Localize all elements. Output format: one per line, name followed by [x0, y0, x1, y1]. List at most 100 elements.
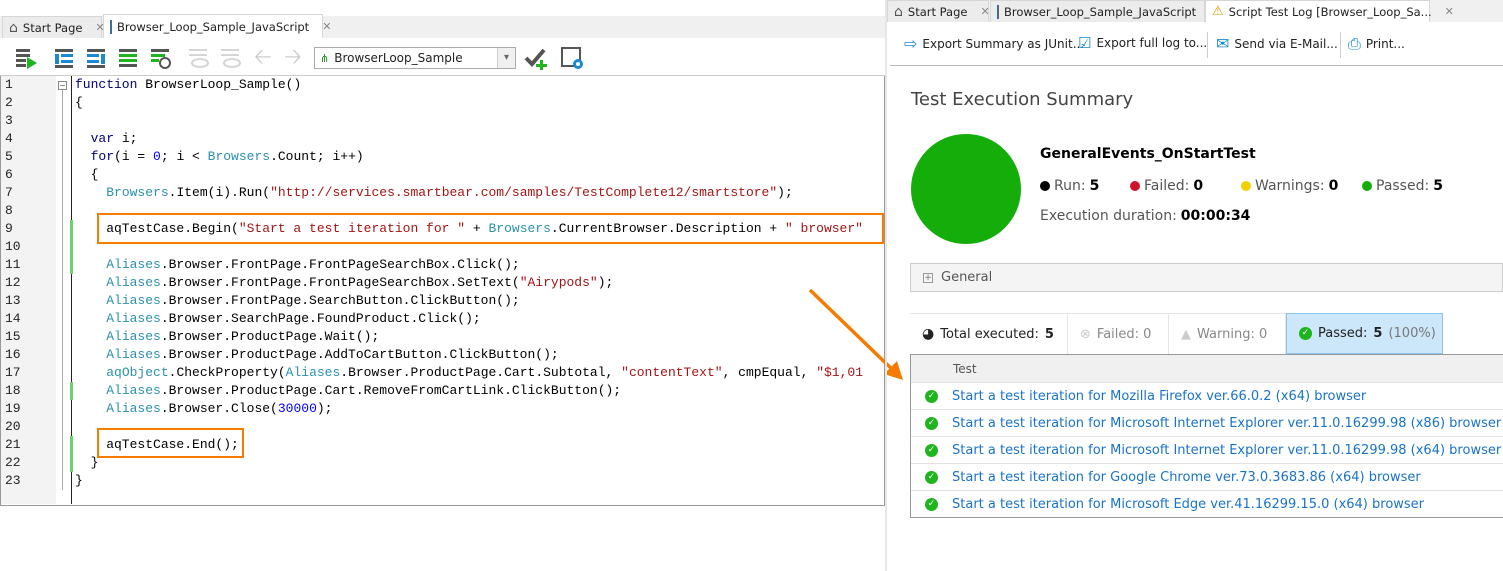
code-line[interactable]: aqObject.CheckProperty(Aliases.Browser.P… [75, 364, 863, 382]
code-line[interactable]: Aliases.Browser.FrontPage.FrontPageSearc… [75, 274, 613, 292]
close-icon[interactable]: ✕ [1445, 5, 1454, 18]
code-token: .Browser.Close( [160, 401, 278, 416]
failed-icon: ⊗ [1080, 326, 1091, 342]
table-row[interactable]: ✓ Start a test iteration for Google Chrom… [911, 463, 1503, 490]
expand-icon[interactable]: + [923, 272, 933, 283]
table-row[interactable]: ✓ Start a test iteration for Microsoft In… [911, 409, 1503, 436]
fold-line [62, 90, 63, 490]
hide-button[interactable] [186, 46, 210, 70]
comment-button[interactable] [116, 46, 140, 70]
code-line[interactable]: } [75, 454, 99, 472]
run-routine-button[interactable] [14, 46, 38, 70]
button-label: Export Summary as JUnit... [922, 36, 1085, 51]
show-button[interactable] [218, 46, 242, 70]
indent-right-button[interactable] [84, 46, 108, 70]
code-token: .Browser.FrontPage.SearchButton.ClickBut… [160, 293, 520, 308]
line-number: 21 [5, 437, 21, 452]
code-token: Aliases [106, 383, 161, 398]
code-line[interactable]: { [75, 166, 99, 184]
tab-script[interactable]: Browser_Loop_Sample_JavaScript ✕ [990, 0, 1218, 22]
settings-window-icon[interactable] [560, 46, 584, 70]
uncomment-button[interactable] [148, 46, 172, 70]
code-token: 30000 [277, 401, 317, 416]
code-line[interactable]: } [75, 472, 83, 490]
divider [1207, 32, 1208, 58]
filter-total[interactable]: ◕ Total executed: 5 [910, 313, 1068, 354]
test-link[interactable]: Start a test iteration for Microsoft Edg… [952, 497, 1424, 512]
tab-test-log[interactable]: ⚠ Script Test Log [Browser_Loop_Sa... ✕ [1205, 0, 1454, 22]
chevron-down-icon[interactable]: ▾ [497, 48, 515, 68]
code-token: "http://services.smartbear.com/samples/T… [270, 185, 778, 200]
tab-start-page[interactable]: ⌂ Start Page ✕ [2, 16, 105, 38]
code-line[interactable]: Aliases.Browser.SearchPage.FoundProduct.… [75, 310, 481, 328]
close-icon[interactable]: ✕ [322, 20, 331, 33]
tab-script[interactable]: Browser_Loop_Sample_JavaScript ✕ [103, 14, 331, 38]
code-token: Aliases [106, 275, 161, 290]
line-number: 15 [5, 329, 21, 344]
code-line[interactable]: Aliases.Browser.ProductPage.Wait(); [75, 328, 379, 346]
table-row[interactable]: ✓ Start a test iteration for Microsoft In… [911, 436, 1503, 463]
column-header-test[interactable]: Test [911, 355, 1503, 382]
line-number: 8 [5, 203, 13, 218]
code-token: ); [316, 401, 333, 416]
code-token: "contentText" [621, 365, 723, 380]
pass-pie-chart [911, 134, 1021, 244]
test-link[interactable]: Start a test iteration for Google Chrome… [952, 470, 1421, 485]
test-link[interactable]: Start a test iteration for Microsoft Int… [952, 416, 1501, 431]
code-token: .CheckProperty( [168, 365, 286, 380]
table-row[interactable]: ✓ Start a test iteration for Mozilla Fire… [911, 382, 1503, 409]
table-row[interactable]: ✓ Start a test iteration for Microsoft Ed… [911, 490, 1503, 517]
filter-passed[interactable]: ✓ Passed: 5 (100%) [1286, 313, 1443, 354]
code-line[interactable]: { [75, 94, 83, 112]
tab-start-page[interactable]: ⌂ Start Page ✕ [887, 0, 990, 22]
right-tab-bar: ⌂ Start Page ✕ Browser_Loop_Sample_JavaS… [887, 0, 1503, 22]
line-number: 6 [5, 167, 13, 182]
export-icon: ⇨ [904, 34, 918, 53]
add-checkpoint-button[interactable] [524, 46, 548, 70]
code-line[interactable]: var i; [75, 130, 138, 148]
filter-warning[interactable]: ▲ Warning: 0 [1169, 313, 1286, 354]
general-section[interactable]: + General [910, 263, 1503, 292]
code-token: .Browser.ProductPage.Cart.Subtotal, [340, 365, 622, 380]
code-line[interactable]: Aliases.Browser.FrontPage.SearchButton.C… [75, 292, 520, 310]
export-junit-button[interactable]: ⇨ Export Summary as JUnit... [904, 34, 1084, 53]
print-button[interactable]: ⎙ Print... [1348, 34, 1405, 54]
code-line[interactable]: Aliases.Browser.Close(30000); [75, 400, 332, 418]
pane-splitter[interactable] [885, 0, 887, 571]
code-line[interactable]: Aliases.Browser.ProductPage.AddToCartBut… [75, 346, 558, 364]
code-line[interactable]: for(i = 0; i < Browsers.Count; i++) [75, 148, 364, 166]
indent-left-button[interactable] [52, 46, 76, 70]
filter-failed[interactable]: ⊗ Failed: 0 [1068, 313, 1169, 354]
check-circle-icon: ✓ [925, 416, 938, 430]
code-line[interactable]: Browsers.Item(i).Run("http://services.sm… [75, 184, 793, 202]
close-icon[interactable]: ✕ [980, 5, 989, 18]
test-link[interactable]: Start a test iteration for Mozilla Firef… [952, 389, 1366, 404]
fold-toggle-icon[interactable]: − [58, 81, 67, 90]
export-full-log-button[interactable]: ☑ Export full log to... [1078, 34, 1207, 52]
line-number: 2 [5, 95, 13, 110]
send-email-button[interactable]: ✉ Send via E-Mail... [1216, 34, 1338, 53]
code-token: .Browser.SearchPage.FoundProduct.Click()… [160, 311, 481, 326]
forward-arrow-icon[interactable]: 🡢 [284, 46, 308, 70]
back-arrow-icon[interactable]: 🡠 [254, 46, 278, 70]
routine-select[interactable]: ⋔ BrowserLoop_Sample ▾ [314, 47, 516, 69]
code-line[interactable]: Aliases.Browser.FrontPage.FrontPageSearc… [75, 256, 519, 274]
line-number: 19 [5, 401, 21, 416]
test-link[interactable]: Start a test iteration for Microsoft Int… [952, 443, 1501, 458]
line-number: 7 [5, 185, 13, 200]
stat-run: Run: 5 [1040, 178, 1130, 194]
code-token: var [90, 131, 115, 146]
code-token: 0 [153, 149, 161, 164]
code-line[interactable]: Aliases.Browser.ProductPage.Cart.RemoveF… [75, 382, 621, 400]
button-label: Print... [1365, 37, 1405, 51]
code-line[interactable]: function BrowserLoop_Sample() [75, 76, 301, 94]
line-number: 23 [5, 473, 21, 488]
code-token: for [90, 149, 115, 164]
